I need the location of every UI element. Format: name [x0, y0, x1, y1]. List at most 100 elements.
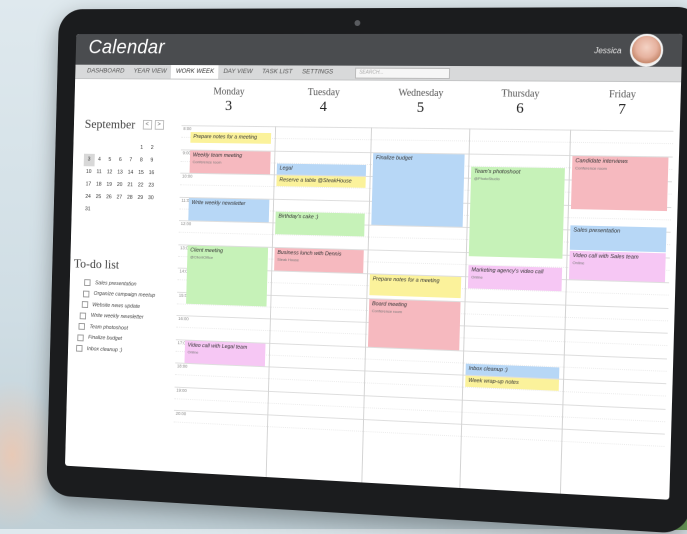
mini-calendar-day	[145, 205, 156, 218]
prev-month-button[interactable]: <	[142, 119, 152, 130]
day-header-friday[interactable]: Friday 7	[570, 89, 675, 131]
todo-label: Finalize budget	[88, 335, 123, 343]
half-hour-line	[174, 397, 666, 423]
calendar-event[interactable]: Candidate interviews Conference room	[570, 155, 669, 212]
todo-label: Website news update	[92, 302, 141, 310]
day-name: Tuesday	[307, 87, 340, 99]
calendar-event[interactable]: Video call with Sales team Online	[568, 250, 666, 283]
mini-calendar-day[interactable]: 31	[82, 203, 93, 216]
mini-calendar-day[interactable]: 30	[145, 192, 156, 205]
search-input[interactable]: SEARCH...	[355, 67, 451, 79]
mini-calendar-day[interactable]: 8	[136, 155, 147, 168]
nav-dashboard[interactable]: DASHBOARD	[82, 65, 129, 79]
event-title: Legal	[279, 165, 293, 172]
day-header-monday[interactable]: Monday 3	[182, 86, 277, 126]
calendar-event[interactable]: Sales presentation	[569, 225, 667, 252]
mini-calendar-day[interactable]: 29	[135, 192, 146, 205]
time-label: 12:00	[180, 221, 192, 227]
calendar-event[interactable]: Business lunch with Dennis Steak House	[274, 247, 364, 274]
mini-calendar-day	[126, 142, 137, 155]
todo-checkbox[interactable]	[78, 323, 86, 331]
nav-work-week[interactable]: WORK WEEK	[171, 65, 219, 79]
calendar-event[interactable]: Video call with Legal team Online	[184, 340, 266, 367]
time-label: 18:00	[176, 363, 188, 369]
calendar-event[interactable]: Write weekly newsletter	[188, 197, 270, 223]
day-name: Wednesday	[398, 87, 444, 100]
calendar-event[interactable]: Marketing agency's video call Online	[467, 264, 563, 292]
calendar-event[interactable]: Weekly team meeting Conference room	[189, 150, 271, 175]
mini-calendar-day[interactable]: 25	[93, 191, 104, 204]
todo-checkbox[interactable]	[75, 345, 83, 353]
hour-line	[174, 386, 666, 410]
avatar[interactable]	[629, 33, 664, 67]
half-hour-line	[174, 374, 666, 397]
calendar-event[interactable]: Prepare notes for a meeting	[369, 274, 462, 299]
nav-day-view[interactable]: DAY VIEW	[219, 65, 258, 79]
day-date: 5	[416, 99, 425, 116]
nav-settings[interactable]: SETTINGS	[297, 65, 338, 79]
user-name[interactable]: Jessica	[594, 46, 622, 55]
day-header-wednesday[interactable]: Wednesday 5	[371, 88, 470, 129]
mini-calendar-day[interactable]: 6	[115, 154, 126, 167]
time-label: 8:00	[183, 126, 192, 132]
todo-checkbox[interactable]	[84, 279, 91, 287]
mini-calendar-day[interactable]: 12	[104, 167, 115, 180]
mini-calendar-day[interactable]: 19	[104, 179, 115, 192]
mini-calendar-day[interactable]: 2	[147, 142, 158, 155]
mini-calendar-day[interactable]: 26	[103, 191, 114, 204]
half-hour-line	[173, 421, 665, 448]
mini-calendar-day[interactable]: 13	[115, 167, 126, 180]
mini-calendar-day[interactable]: 1	[136, 142, 147, 155]
todo-checkbox[interactable]	[77, 334, 84, 342]
mini-calendar-day	[84, 141, 95, 154]
event-title: Prepare notes for a meeting	[372, 276, 440, 285]
calendar-event[interactable]: Birthday's cake :)	[275, 211, 365, 237]
laptop-frame: Calendar Jessica DASHBOARD YEAR VIEW WORK …	[46, 6, 687, 534]
event-title: Prepare notes for a meeting	[193, 134, 258, 141]
mini-calendar-day[interactable]: 7	[125, 154, 136, 167]
mini-calendar-day[interactable]: 20	[114, 179, 125, 192]
mini-calendar-day[interactable]: 11	[94, 166, 105, 179]
nav-year-view[interactable]: YEAR VIEW	[129, 65, 172, 79]
mini-calendar-day[interactable]: 10	[83, 166, 94, 179]
mini-calendar-day[interactable]: 16	[146, 167, 157, 180]
calendar-event[interactable]: Client meeting @ClientOffice	[186, 245, 269, 307]
mini-calendar-day[interactable]: 5	[104, 154, 115, 167]
calendar-event[interactable]: Legal	[276, 163, 367, 176]
mini-calendar-day[interactable]: 17	[83, 179, 94, 192]
mini-calendar-day[interactable]: 9	[146, 155, 157, 168]
day-column-divider	[265, 126, 277, 478]
todo-checkbox[interactable]	[81, 301, 88, 309]
todo-label: Team photoshoot	[89, 324, 128, 332]
mini-calendar-day[interactable]: 14	[125, 167, 136, 180]
calendar-event[interactable]: Board meeting Conference room	[367, 298, 461, 350]
mini-calendar-day[interactable]: 18	[93, 179, 104, 192]
day-header-tuesday[interactable]: Tuesday 4	[275, 87, 372, 127]
mini-calendar-day[interactable]: 27	[114, 192, 125, 205]
todo-checkbox[interactable]	[80, 312, 87, 320]
month-name: September	[84, 116, 136, 132]
mini-calendar-day[interactable]: 28	[124, 192, 135, 205]
mini-calendar-day[interactable]: 24	[83, 191, 94, 204]
calendar-event[interactable]: Team's photoshoot @PhotoStudio	[468, 166, 565, 260]
mini-calendar-day	[114, 204, 125, 217]
todo-label: Inbox cleanup :)	[86, 346, 123, 354]
todo-checkbox[interactable]	[82, 290, 90, 298]
mini-calendar-day[interactable]: 21	[125, 179, 136, 192]
time-label: 19:00	[176, 387, 187, 393]
event-title: Sales presentation	[573, 227, 621, 235]
mini-calendar-day[interactable]: 3	[83, 153, 95, 167]
time-label: 16:00	[178, 316, 189, 322]
calendar-event[interactable]: Prepare notes for a meeting	[190, 132, 272, 145]
todo-item[interactable]: Inbox cleanup :)	[75, 343, 154, 357]
mini-calendar-day[interactable]: 23	[146, 180, 157, 193]
day-header-thursday[interactable]: Thursday 6	[469, 88, 571, 129]
next-month-button[interactable]: >	[154, 120, 164, 130]
mini-calendar-day[interactable]: 15	[136, 167, 147, 180]
mini-calendar-day[interactable]: 4	[94, 154, 105, 167]
mini-calendar-day[interactable]: 22	[135, 180, 146, 193]
calendar-event[interactable]: Reserve a table @SteakHouse	[276, 175, 366, 189]
calendar-event[interactable]: Finalize budget	[371, 152, 465, 227]
nav-task-list[interactable]: TASK LIST	[257, 65, 297, 79]
mini-calendar: 1 2 3 4 5 6 7 8 9 10 11 12 13 14 15 16 17 18 19 20 21 22 23 24 2…	[82, 141, 159, 217]
